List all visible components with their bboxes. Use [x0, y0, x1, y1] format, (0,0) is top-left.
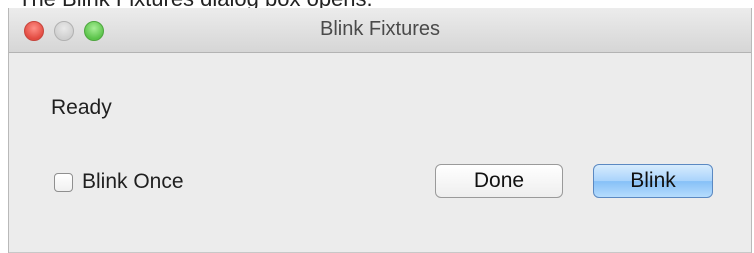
- title-bar: Blink Fixtures: [9, 8, 751, 53]
- status-label: Ready: [51, 96, 112, 119]
- done-button[interactable]: Done: [435, 164, 563, 198]
- window-title: Blink Fixtures: [319, 18, 441, 40]
- blink-fixtures-dialog: Blink Fixtures Ready Blink Once Done Bli…: [8, 8, 752, 253]
- blink-once-option[interactable]: Blink Once: [54, 170, 184, 194]
- blink-button[interactable]: Blink: [593, 164, 713, 198]
- instruction-caption-text: The Blink Fixtures dialog box opens.: [18, 0, 373, 8]
- instruction-caption: The Blink Fixtures dialog box opens.: [0, 0, 754, 8]
- blink-once-label[interactable]: Blink Once: [82, 170, 184, 194]
- blink-once-checkbox[interactable]: [54, 172, 73, 192]
